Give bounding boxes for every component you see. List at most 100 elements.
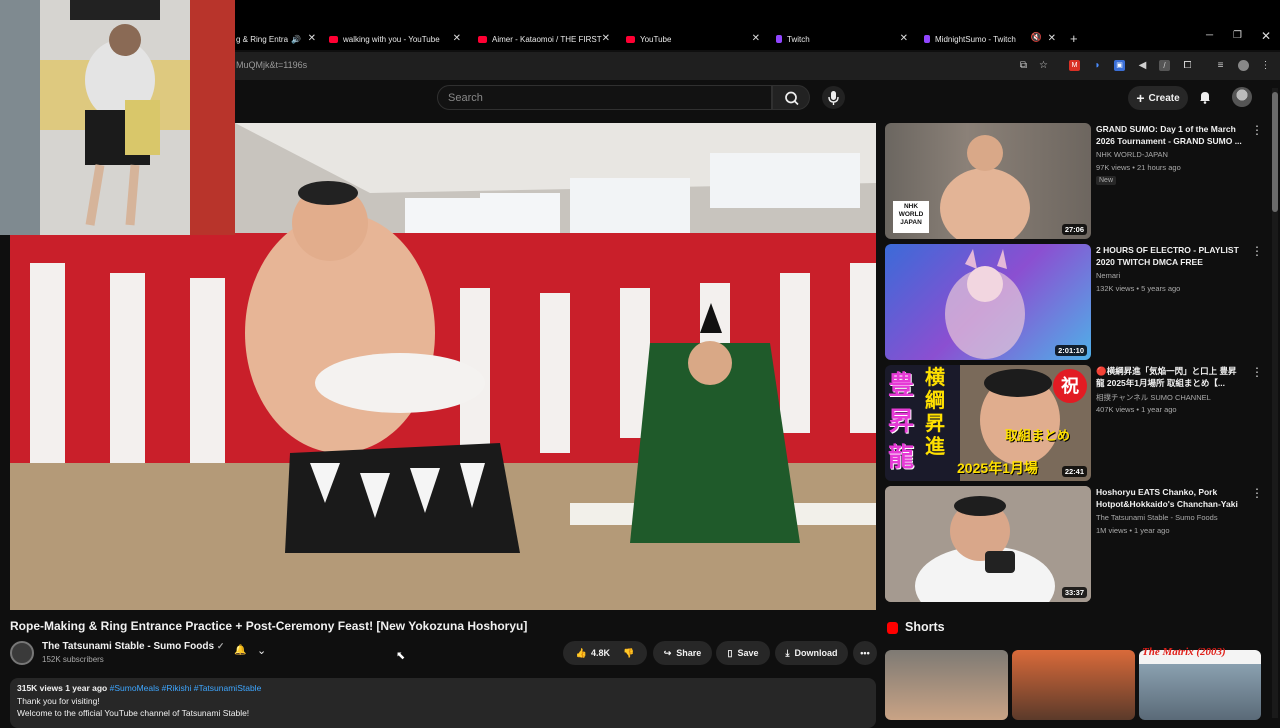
dislike-button[interactable]: 👎 — [623, 648, 634, 659]
cast-icon[interactable]: ⧉ — [1018, 60, 1029, 71]
restore-button[interactable]: ❐ — [1233, 30, 1242, 41]
media-icon[interactable]: ≡ — [1215, 60, 1226, 71]
tab-youtube[interactable]: YouTube ✕ — [626, 28, 760, 50]
youtube-icon — [329, 35, 338, 43]
bookmark-icon: ▯ — [727, 647, 733, 658]
new-tab-button[interactable]: + — [1070, 31, 1078, 46]
plus-icon: + — [1136, 90, 1145, 106]
extension-icon[interactable]: ◗ — [1092, 60, 1103, 71]
volume-extension-icon[interactable]: ◀ — [1137, 60, 1148, 71]
duration-badge: 22:41 — [1061, 466, 1087, 477]
puzzle-icon[interactable]: ⧠ — [1182, 60, 1193, 71]
tab-aimer[interactable]: Aimer - Kataomoi / THE FIRST T ✕ — [478, 28, 610, 50]
video-thumbnail[interactable]: 豊 昇 龍 横 綱 昇 進 祝 取組まとめ 2025年1月場 22:41 — [885, 365, 1091, 481]
thumb-kanji: 綱 — [925, 390, 945, 412]
menu-dots-icon[interactable]: ⋮ — [1260, 60, 1271, 71]
more-vert-icon[interactable]: ⋮ — [1251, 123, 1263, 137]
channel-name[interactable]: The Tatsunami Stable - Sumo Foods ✓ — [42, 641, 224, 652]
pip-frame-image — [0, 0, 235, 235]
description-line: Welcome to the official YouTube channel … — [17, 708, 250, 718]
new-badge: New — [1096, 176, 1117, 185]
video-thumbnail[interactable]: 33:37 — [885, 486, 1091, 602]
muted-speaker-icon[interactable]: 🔇 — [1031, 32, 1042, 43]
thumb-kanji: 龍 — [888, 442, 915, 472]
recommendation-item[interactable]: 2:01:10 2 HOURS OF ELECTRO - PLAYLIST 20… — [885, 244, 1275, 362]
recommendation-channel: NHK WORLD-JAPAN — [1096, 150, 1168, 159]
mouse-cursor-icon: ⬉ — [396, 650, 406, 662]
recommendation-title: 2 HOURS OF ELECTRO - PLAYLIST 2020 TWITC… — [1096, 245, 1239, 267]
tab-label: YouTube — [640, 34, 672, 44]
save-button[interactable]: ▯ Save — [716, 641, 770, 665]
account-avatar[interactable] — [1232, 87, 1252, 107]
extension-icon[interactable]: / — [1159, 60, 1170, 71]
like-button[interactable]: 👍 4.8K — [576, 648, 610, 659]
youtube-icon — [626, 35, 635, 43]
subscriber-count: 152K subscribers — [42, 655, 104, 664]
like-count: 4.8K — [590, 648, 610, 658]
notifications-bell-icon[interactable] — [1198, 90, 1212, 104]
video-thumbnail[interactable]: 2:01:10 — [885, 244, 1091, 360]
close-icon[interactable]: ✕ — [1048, 33, 1056, 44]
share-button[interactable]: ↪ Share — [653, 641, 712, 665]
shorts-icon — [887, 622, 898, 634]
url-field[interactable]: MuQMjk&t=1196s — [236, 60, 307, 70]
close-icon[interactable]: ✕ — [602, 33, 610, 44]
recommendation-item[interactable]: 33:37 Hoshoryu EATS Chanko, Pork Hotpot&… — [885, 486, 1275, 604]
short-overlay-text: The Matrix (2003) — [1142, 646, 1226, 658]
short-thumbnail[interactable] — [885, 650, 1008, 720]
recommendation-item[interactable]: NHK WORLD JAPAN 27:06 GRAND SUMO: Day 1 … — [885, 123, 1275, 241]
nhk-logo: NHK WORLD JAPAN — [898, 203, 924, 226]
search-input[interactable]: Search — [437, 85, 772, 110]
tab-twitch[interactable]: Twitch ✕ — [776, 28, 908, 50]
minimize-button[interactable]: ─ — [1206, 30, 1213, 41]
voice-search-button[interactable] — [822, 86, 845, 109]
thumbs-up-icon: 👍 — [575, 647, 587, 658]
like-dislike-group: 👍 4.8K 👎 — [563, 641, 647, 665]
channel-name-text: The Tatsunami Stable - Sumo Foods — [42, 641, 215, 652]
create-button[interactable]: + Create — [1128, 86, 1188, 110]
extension-icon[interactable]: ▣ — [1114, 60, 1125, 71]
speaker-icon[interactable]: 🔊 — [291, 35, 301, 44]
more-vert-icon[interactable]: ⋮ — [1251, 244, 1263, 258]
video-thumbnail[interactable]: NHK WORLD JAPAN 27:06 — [885, 123, 1091, 239]
recommendation-meta: 407K views • 1 year ago — [1096, 405, 1177, 414]
download-icon: ⤓ — [785, 647, 790, 658]
channel-avatar[interactable] — [10, 641, 34, 665]
download-label: Download — [794, 648, 838, 658]
more-vert-icon[interactable]: ⋮ — [1251, 486, 1263, 500]
short-thumbnail[interactable] — [1139, 650, 1261, 720]
description-line: Thank you for visiting! — [17, 696, 100, 706]
verified-check-icon: ✓ — [216, 641, 225, 651]
shorts-header: Shorts — [905, 620, 945, 634]
tab-label: walking with you - YouTube — [343, 34, 440, 44]
hashtags[interactable]: #SumoMeals #Rikishi #TatsunamiStable — [110, 683, 262, 693]
subscription-notification-button[interactable]: 🔔 ⌄ — [230, 644, 272, 662]
more-vert-icon[interactable]: ⋮ — [1251, 365, 1263, 379]
recommendation-title: 🔴横綱昇進「気焔一閃」と口上 豊昇龍 2025年1月場所 取組まとめ【... — [1096, 366, 1237, 388]
more-actions-button[interactable]: ••• — [853, 641, 877, 665]
search-button[interactable] — [772, 85, 810, 110]
tab-active[interactable]: g & Ring Entra 🔊 ✕ — [236, 28, 316, 50]
close-icon[interactable]: ✕ — [752, 33, 760, 44]
short-thumbnail[interactable] — [1012, 650, 1135, 720]
duration-badge: 33:37 — [1061, 587, 1087, 598]
close-window-button[interactable]: ✕ — [1261, 29, 1271, 43]
recommendation-item[interactable]: 豊 昇 龍 横 綱 昇 進 祝 取組まとめ 2025年1月場 22:41 🔴横綱… — [885, 365, 1275, 483]
duration-badge: 2:01:10 — [1055, 345, 1087, 356]
tab-label: MidnightSumo - Twitch — [935, 34, 1016, 44]
gmail-extension-icon[interactable]: M — [1069, 60, 1080, 71]
bookmark-star-icon[interactable]: ☆ — [1038, 60, 1049, 71]
close-icon[interactable]: ✕ — [308, 33, 316, 44]
picture-in-picture-window[interactable] — [0, 0, 235, 235]
thumb-caption: 2025年1月場 — [957, 460, 1038, 476]
tab-walking-with-you[interactable]: walking with you - YouTube ✕ — [329, 28, 461, 50]
tab-midnightsumo[interactable]: MidnightSumo - Twitch 🔇 ✕ — [924, 28, 1056, 50]
tab-label: Aimer - Kataomoi / THE FIRST T — [492, 34, 602, 44]
close-icon[interactable]: ✕ — [900, 33, 908, 44]
close-icon[interactable]: ✕ — [453, 33, 461, 44]
download-button[interactable]: ⤓ Download — [775, 641, 848, 665]
profile-icon[interactable] — [1238, 60, 1249, 71]
recommendation-title: GRAND SUMO: Day 1 of the March 2026 Tour… — [1096, 124, 1242, 146]
thumb-kanji-col-2: 横 綱 昇 進 — [925, 367, 955, 459]
scrollbar-thumb[interactable] — [1272, 92, 1278, 212]
